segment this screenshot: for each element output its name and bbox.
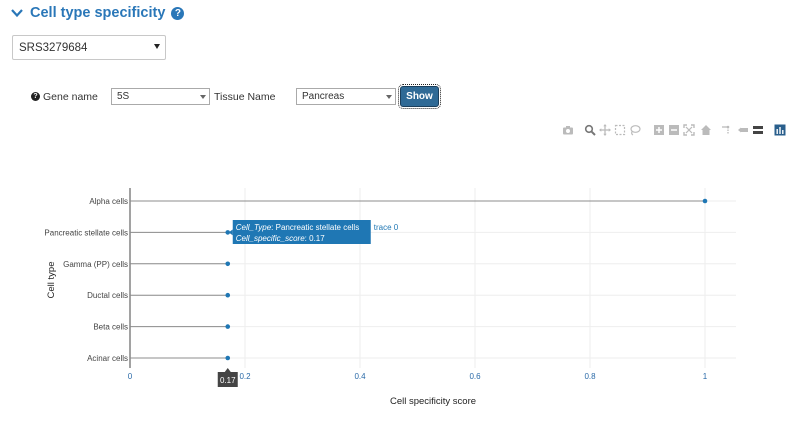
data-point [702, 198, 708, 204]
hover-trace-label: trace 0 [374, 223, 399, 232]
x-tick-label: 0.6 [469, 372, 481, 381]
x-tick-label: 0.2 [239, 372, 251, 381]
hover-cell-type-key: Cell_Type [236, 223, 272, 232]
y-tick-label: Acinar cells [87, 354, 128, 363]
y-tick-label: Beta cells [93, 323, 128, 332]
x-tick-label: 0 [128, 372, 133, 381]
hover-x-flag-label: 0.17 [220, 376, 236, 385]
y-tick-label: Pancreatic stellate cells [44, 228, 128, 237]
data-point [225, 324, 231, 329]
x-tick-label: 0.8 [584, 372, 596, 381]
data-point [225, 355, 231, 361]
hover-score-value: : 0.17 [305, 234, 326, 243]
x-axis-title: Cell specificity score [390, 396, 476, 407]
hover-score-key: Cell_specific_score [236, 234, 305, 243]
data-point [225, 292, 231, 298]
cell-type-chart: Alpha cells Pancreatic stellate cells Gamm… [44, 188, 736, 407]
hover-cell-type: Cell_Type: Pancreatic stellate cells [236, 223, 359, 232]
hover-x-flag-pointer [224, 368, 231, 372]
data-point [225, 261, 231, 267]
hover-cell-type-value: : Pancreatic stellate cells [271, 223, 359, 232]
x-tick-label: 1 [703, 372, 708, 381]
hover-score: Cell_specific_score: 0.17 [236, 234, 325, 243]
y-tick-label: Gamma (PP) cells [63, 260, 128, 269]
y-tick-label: Ductal cells [87, 291, 128, 300]
hover-tooltip-pointer [228, 229, 233, 236]
y-tick-label: Alpha cells [89, 197, 128, 206]
y-axis-title: Cell type [46, 262, 57, 299]
x-tick-label: 0.4 [354, 372, 366, 381]
